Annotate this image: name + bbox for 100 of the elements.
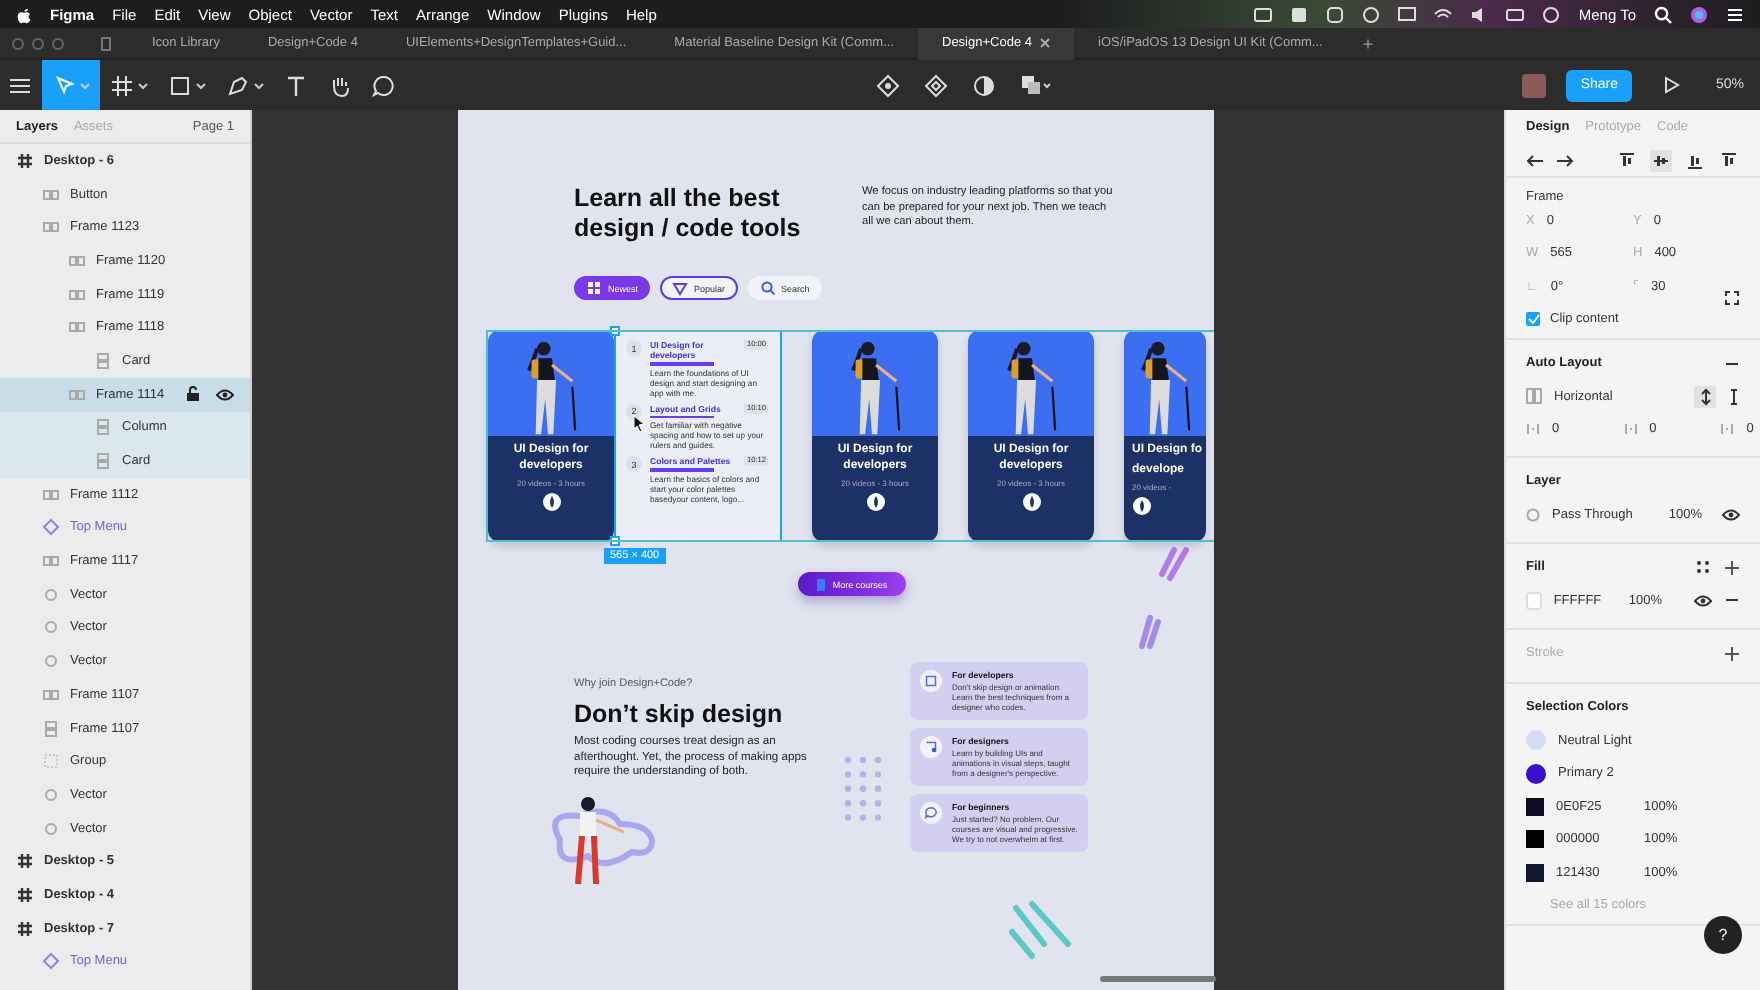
caret-icon xyxy=(254,81,264,89)
columns-icon xyxy=(68,251,86,270)
brush-strokes-drawing xyxy=(1158,546,1190,586)
brush-strokes-drawing xyxy=(1138,614,1162,652)
plus-icon xyxy=(1724,559,1740,575)
color-swatch[interactable] xyxy=(1526,830,1544,849)
columns-icon xyxy=(68,285,86,304)
grid-icon xyxy=(586,280,602,296)
logo-icon xyxy=(541,492,561,512)
new-tab-button[interactable]: + xyxy=(1346,33,1390,53)
contrast-icon xyxy=(972,73,997,97)
check-icon xyxy=(1527,314,1539,324)
play-icon xyxy=(1664,76,1680,94)
align-button[interactable] xyxy=(1650,149,1672,171)
align-middle-icon xyxy=(1652,151,1670,169)
battery-icon xyxy=(1506,5,1525,23)
book-icon xyxy=(816,577,827,591)
rows-icon xyxy=(94,351,112,370)
padding-icon xyxy=(1526,421,1540,435)
caret-icon xyxy=(138,81,148,89)
align-button[interactable] xyxy=(1616,149,1638,171)
dot-grid xyxy=(844,756,884,822)
distribute-icon xyxy=(1720,151,1738,169)
resize-handle[interactable] xyxy=(610,536,620,546)
diamond-icon xyxy=(924,73,949,97)
eye-icon xyxy=(1722,507,1740,521)
progress-line xyxy=(650,362,714,365)
avatar[interactable] xyxy=(1522,73,1547,97)
frame-icon xyxy=(16,919,34,938)
help-button[interactable]: ? xyxy=(1704,916,1742,954)
color-swatch[interactable] xyxy=(1526,763,1546,784)
padding-icon xyxy=(1623,421,1638,435)
columns-icon xyxy=(42,185,60,204)
file-icon xyxy=(100,35,112,51)
comment-icon xyxy=(372,73,396,97)
rows-icon xyxy=(94,418,112,437)
vertical-resize-icon xyxy=(1728,387,1740,405)
logo-icon xyxy=(1021,492,1041,512)
cursor-icon xyxy=(632,414,646,432)
logo-icon xyxy=(1132,496,1152,516)
apple-icon xyxy=(16,5,32,23)
color-swatch[interactable] xyxy=(1526,730,1546,751)
box-icon xyxy=(1290,5,1309,23)
cursor-icon xyxy=(52,73,76,97)
text-icon xyxy=(284,73,308,97)
caret-icon xyxy=(196,81,206,89)
menu-icon xyxy=(10,77,30,93)
lock-icon xyxy=(186,386,200,403)
search-icon xyxy=(1654,5,1672,23)
columns-icon xyxy=(42,685,60,704)
direction-icon xyxy=(1526,388,1542,404)
frame-icon xyxy=(16,885,34,904)
arrow-right-icon xyxy=(1556,153,1574,167)
list-icon xyxy=(1726,5,1744,23)
chat-bubble-icon xyxy=(922,804,940,822)
scrollbar[interactable] xyxy=(1100,976,1216,982)
search-icon xyxy=(759,280,776,296)
section-heading: Don’t skip design xyxy=(574,700,785,728)
progress-line xyxy=(650,415,714,418)
arrow-left-icon xyxy=(1526,153,1544,167)
component-icon xyxy=(42,518,60,537)
columns-icon xyxy=(68,318,86,337)
frame-icon xyxy=(16,151,34,170)
color-swatch[interactable] xyxy=(1526,863,1544,882)
vertical-arrows-icon xyxy=(1699,387,1711,405)
styles-icon xyxy=(1696,560,1710,574)
diamond-icon xyxy=(672,280,689,296)
resize-handle[interactable] xyxy=(610,326,620,336)
pen-icon xyxy=(226,73,250,97)
section-heading: Learn all the best design / code tools xyxy=(574,184,803,244)
corners-icon xyxy=(1724,290,1740,306)
columns-icon xyxy=(42,218,60,237)
eye-icon xyxy=(216,387,234,402)
columns-icon xyxy=(68,385,86,404)
square-icon xyxy=(922,672,940,690)
plus-icon xyxy=(1724,645,1740,661)
resize-button[interactable] xyxy=(1694,385,1716,407)
rounded-square-icon xyxy=(1326,5,1345,23)
rows-icon xyxy=(94,452,112,471)
color-swatch[interactable] xyxy=(1526,797,1544,816)
pen-icon xyxy=(922,738,940,756)
columns-icon xyxy=(42,552,60,571)
columns-icon xyxy=(42,485,60,504)
progress-line xyxy=(650,468,714,471)
group-icon xyxy=(42,752,60,771)
display-icon xyxy=(1398,5,1417,23)
align-bottom-icon xyxy=(1686,151,1704,169)
logo-icon xyxy=(865,492,885,512)
siri-icon xyxy=(1690,5,1708,23)
wifi-icon xyxy=(1434,5,1453,23)
component-icon xyxy=(42,952,60,971)
rows-icon xyxy=(42,719,60,738)
circle-icon xyxy=(1362,5,1381,23)
padding-icon xyxy=(1720,421,1735,435)
color-swatch[interactable] xyxy=(1526,591,1542,609)
caret-icon xyxy=(80,81,90,89)
frame-icon xyxy=(110,73,134,97)
component-icon xyxy=(876,73,901,97)
align-button[interactable] xyxy=(1718,149,1740,171)
align-top-icon xyxy=(1618,151,1636,169)
